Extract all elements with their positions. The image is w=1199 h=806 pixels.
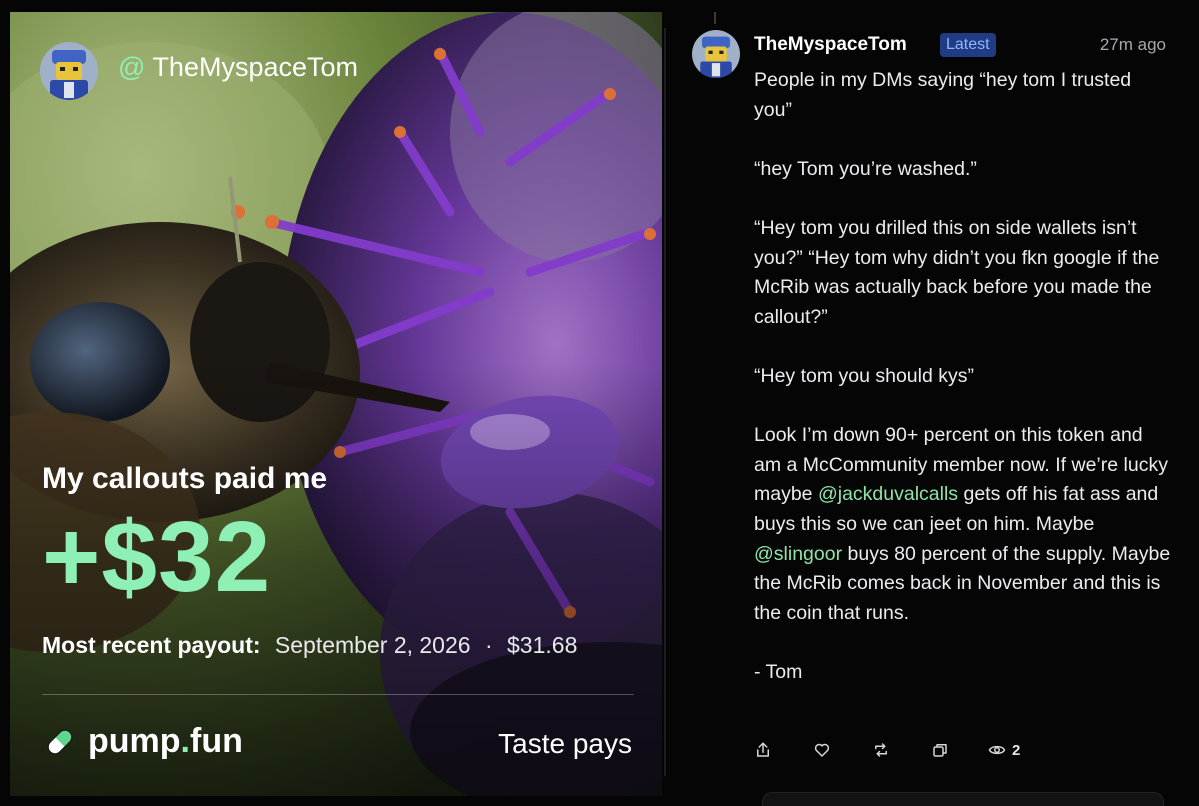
latest-badge: Latest <box>940 33 996 57</box>
post-body: People in my DMs saying “hey tom I trust… <box>754 66 1174 687</box>
repost-button[interactable] <box>872 738 890 762</box>
copy-icon <box>933 744 947 757</box>
card-amount: +$32 <box>42 501 272 613</box>
views-button[interactable]: 2 <box>988 738 1020 762</box>
column-divider <box>664 28 666 776</box>
post-paragraph: “Hey tom you drilled this on side wallet… <box>754 216 1160 328</box>
avatar[interactable] <box>40 42 98 100</box>
brand-name: pump <box>88 722 181 760</box>
thread-connector <box>714 12 716 24</box>
post-paragraph: “hey Tom you’re washed.” <box>754 157 977 180</box>
card-headline: My callouts paid me <box>42 462 328 495</box>
payout-line: Most recent payout: September 2, 2026 · … <box>42 632 577 659</box>
post-actions: 2 <box>754 738 1074 762</box>
brand-logo[interactable]: pump. fun <box>42 722 243 761</box>
copy-button[interactable] <box>931 738 949 762</box>
post-signature: - Tom <box>754 660 803 683</box>
post-paragraph: People in my DMs saying “hey tom I trust… <box>754 69 1132 121</box>
brand-suffix: fun <box>190 722 243 760</box>
payout-value: $31.68 <box>507 632 578 658</box>
handle-text: TheMyspaceTom <box>152 52 359 82</box>
post-avatar[interactable] <box>692 30 740 78</box>
post-timestamp: 27m ago <box>1099 35 1166 54</box>
brand-dot: . <box>180 722 190 760</box>
handle-at-sign: @ <box>118 52 146 82</box>
post-username[interactable]: TheMyspaceTom <box>754 34 907 56</box>
screen: @ TheMyspaceTom My callouts paid me +$32… <box>0 0 1199 806</box>
views-count: 2 <box>1012 741 1021 759</box>
reply-composer-edge[interactable] <box>762 792 1164 806</box>
callout-card[interactable]: @ TheMyspaceTom My callouts paid me +$32… <box>10 12 662 796</box>
photo-overlay <box>10 12 662 796</box>
post-paragraph: “Hey tom you should kys” <box>754 364 974 387</box>
card-divider <box>42 694 634 695</box>
post-paragraph: Look I’m down 90+ percent on this token … <box>754 421 1174 628</box>
repost-icon <box>875 743 887 757</box>
eye-icon <box>988 745 1006 755</box>
post-header: TheMyspaceTom Latest 27m ago <box>754 33 1166 60</box>
pill-icon <box>47 728 73 755</box>
payout-date: September 2, 2026 <box>274 632 471 658</box>
avatar-lego-figure-icon <box>692 30 740 78</box>
like-button[interactable] <box>813 738 831 762</box>
mention-link[interactable]: @jackduvalcalls <box>818 483 958 505</box>
heart-icon <box>814 743 830 757</box>
payout-separator: · <box>484 632 493 658</box>
avatar-lego-figure-icon <box>40 42 98 100</box>
payout-label: Most recent payout: <box>42 632 261 658</box>
share-icon <box>757 742 769 757</box>
card-tagline: Taste pays <box>498 728 632 759</box>
mention-link[interactable]: @slingoor <box>754 543 842 565</box>
card-handle: @ TheMyspaceTom <box>118 52 358 83</box>
share-button[interactable] <box>754 738 772 762</box>
